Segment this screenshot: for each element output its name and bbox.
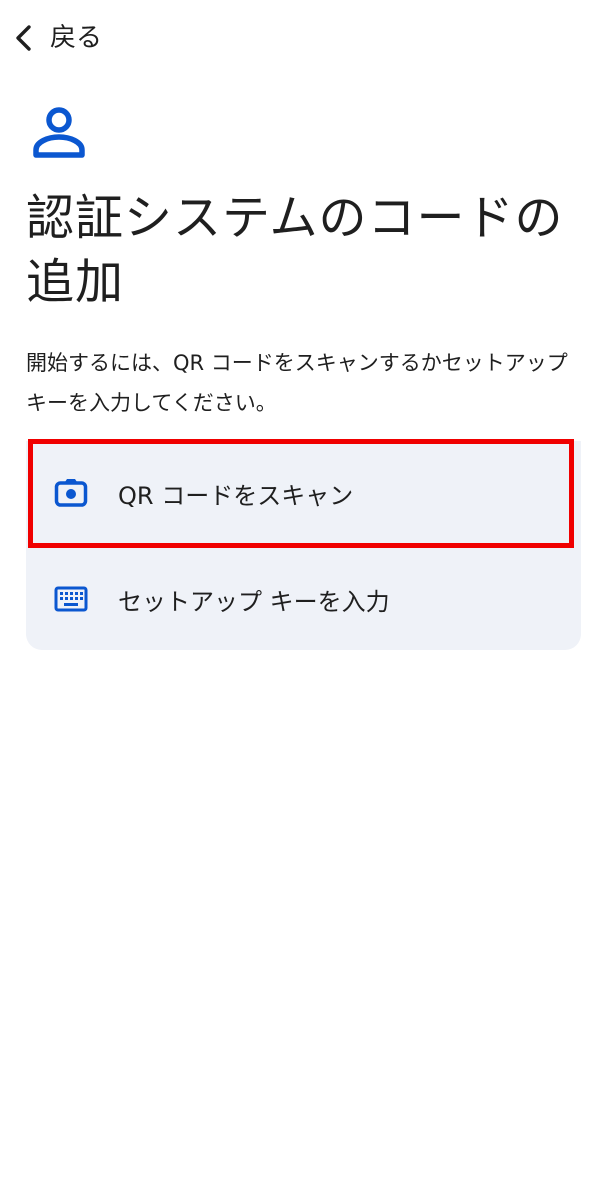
page-description: 開始するには、QR コードをスキャンするかセットアップ キーを入力してください。 (26, 351, 568, 415)
scan-qr-code-label: QR コードをスキャン (118, 481, 354, 510)
back-button[interactable]: 戻る (10, 14, 102, 62)
keyboard-icon (54, 586, 88, 612)
page-title: 認証システムのコードの追加 (26, 190, 564, 310)
camera-icon (54, 479, 88, 507)
enter-setup-key-button[interactable]: セットアップ キーを入力 (26, 547, 581, 651)
setup-options-list: QR コードをスキャン セットアップ キーを入力 (26, 441, 581, 650)
chevron-left-icon (16, 25, 31, 51)
person-icon (33, 107, 85, 158)
enter-setup-key-label: セットアップ キーを入力 (118, 587, 390, 616)
back-label: 戻る (50, 23, 103, 53)
scan-qr-code-button[interactable]: QR コードをスキャン (26, 441, 581, 545)
